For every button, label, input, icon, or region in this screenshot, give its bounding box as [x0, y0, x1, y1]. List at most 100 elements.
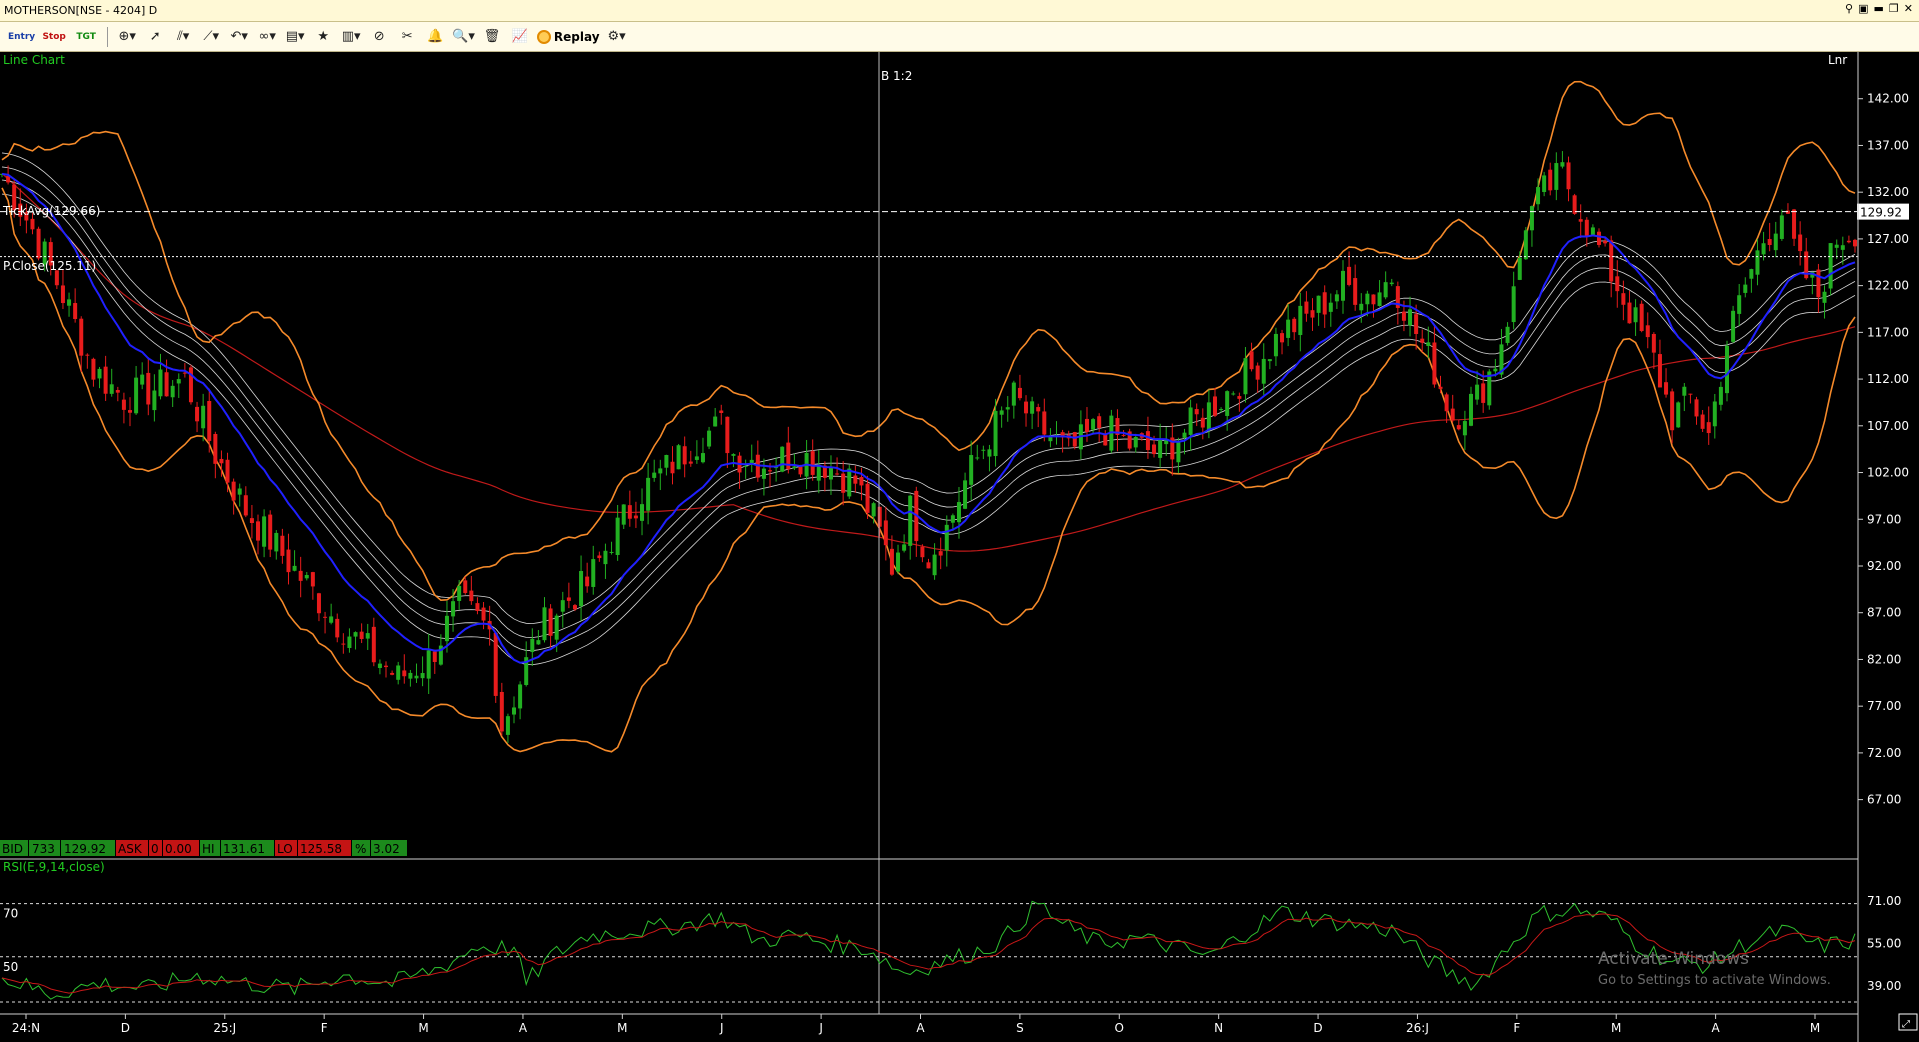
candle-body	[1475, 384, 1480, 400]
scale-label[interactable]: Lnr	[1828, 53, 1847, 67]
candle-body	[97, 368, 102, 379]
crosshair-icon[interactable]: ⊕▾	[116, 27, 138, 47]
settings-gear-icon[interactable]: ⚙▾	[606, 27, 628, 47]
time-tick-label: M	[418, 1021, 428, 1035]
candle-body	[889, 548, 894, 575]
candle-body	[1773, 233, 1778, 251]
crosshair-label: B 1:2	[881, 69, 912, 83]
candle-body	[1737, 295, 1742, 314]
candle-body	[761, 468, 766, 479]
candle-body	[731, 454, 736, 456]
template-icon[interactable]: ▤▾	[284, 27, 306, 47]
candle-body	[780, 446, 785, 472]
time-tick-label: J	[818, 1021, 823, 1035]
bid-qty: 733	[32, 842, 55, 856]
delete-icon[interactable]: 🗑	[481, 27, 503, 47]
reference-lines	[0, 211, 1858, 258]
candle-body	[1426, 342, 1431, 346]
time-axis[interactable]: 24:N D 25:J F M A M J J A S O N D 26:J F M A M	[12, 1014, 1820, 1035]
chart-type-icon[interactable]: ▥▾	[340, 27, 362, 47]
candle-body	[1298, 305, 1303, 336]
undo-icon[interactable]: ↶▾	[228, 27, 250, 47]
price-tick-label: 122.00	[1867, 279, 1909, 293]
candle-body	[585, 576, 590, 587]
bollinger-lower	[1, 187, 1856, 753]
layout-icon[interactable]: ▣	[1858, 2, 1868, 15]
price-axis[interactable]: 142.00 137.00 132.00 127.00 122.00 117.00 112.…	[1858, 92, 1909, 807]
title-bar: MOTHERSON[NSE - 4204] D ⚲ ▣ ▬ ❐ ✕	[0, 0, 1919, 22]
time-tick-label: 26:J	[1406, 1021, 1429, 1035]
candle-body	[1267, 359, 1272, 362]
candle-body	[975, 457, 980, 459]
candle-body	[414, 675, 419, 679]
close-icon[interactable]: ✕	[1904, 2, 1913, 15]
candle-body	[1792, 209, 1797, 239]
candle-body	[633, 515, 638, 519]
window-title: MOTHERSON[NSE - 4204] D	[4, 4, 158, 17]
envelope-line	[1, 152, 1856, 624]
indicator-icon[interactable]: 📈	[509, 27, 531, 47]
favorite-icon[interactable]: ★	[312, 27, 334, 47]
candle-body	[359, 631, 364, 639]
lo-value: 125.58	[300, 842, 342, 856]
candle-body	[1206, 402, 1211, 431]
alert-icon[interactable]: 🔔	[424, 27, 446, 47]
candle-body	[292, 565, 297, 571]
time-tick-label: 25:J	[213, 1021, 236, 1035]
hi-value: 131.61	[223, 842, 265, 856]
target-button[interactable]: TGT	[73, 27, 99, 47]
candle-body	[1493, 368, 1498, 372]
candle-body	[103, 366, 108, 394]
candle-body	[566, 597, 571, 601]
ema-polyline	[1, 172, 1856, 664]
candle-body	[609, 551, 614, 553]
candle-body	[694, 456, 699, 460]
candle-body	[1639, 303, 1644, 332]
time-tick-label: S	[1016, 1021, 1024, 1035]
candle-body	[353, 632, 358, 637]
candle-body	[944, 524, 949, 551]
minimize-icon[interactable]: ▬	[1874, 2, 1884, 15]
candle-body	[956, 502, 961, 523]
chart-area[interactable]: 142.00 137.00 132.00 127.00 122.00 117.00 112.…	[0, 52, 1919, 1042]
candle-body	[542, 607, 547, 641]
candle-body	[1334, 294, 1339, 302]
time-tick-label: D	[1313, 1021, 1322, 1035]
stop-button[interactable]: Stop	[41, 27, 67, 47]
time-tick-label: M	[617, 1021, 627, 1035]
scan-icon[interactable]: ✂	[396, 27, 418, 47]
candle-body	[1231, 393, 1236, 395]
candle-body	[1566, 162, 1571, 190]
link-icon[interactable]: ∞▾	[256, 27, 278, 47]
compare-icon[interactable]: ⊘	[368, 27, 390, 47]
pct-value: 3.02	[373, 842, 400, 856]
rsi-label[interactable]: RSI(E,9,14,close)	[3, 860, 105, 874]
pct-label: %	[355, 842, 366, 856]
restore-icon[interactable]: ❐	[1889, 2, 1899, 15]
candle-body	[1682, 386, 1687, 396]
candle-body	[792, 466, 797, 469]
candle-body	[1371, 294, 1376, 305]
zoom-icon[interactable]: 🔍▾	[452, 27, 475, 47]
candle-body	[993, 410, 998, 457]
candle-body	[371, 626, 376, 663]
candle-body	[1572, 195, 1577, 214]
candle-body	[304, 575, 309, 579]
search-icon[interactable]: ⚲	[1845, 2, 1853, 15]
chart-type-label[interactable]: Line Chart	[3, 53, 65, 67]
drawing-tools-icon[interactable]: ⫽▾	[172, 27, 194, 47]
candle-body	[1645, 325, 1650, 338]
pointer-icon[interactable]: ➚	[144, 27, 166, 47]
price-tick-label: 102.00	[1867, 466, 1909, 480]
candle-body	[493, 632, 498, 696]
rsi-levels	[0, 903, 1858, 1003]
candle-body	[1731, 310, 1736, 342]
candle-body	[329, 616, 334, 623]
entry-button[interactable]: Entry	[8, 27, 35, 47]
candle-body	[615, 517, 620, 555]
price-tick-label: 82.00	[1867, 652, 1901, 666]
replay-button[interactable]: Replay	[536, 29, 600, 44]
candle-body	[1389, 282, 1394, 285]
candle-body	[530, 638, 535, 653]
trendline-icon[interactable]: ⟋▾	[200, 27, 222, 47]
